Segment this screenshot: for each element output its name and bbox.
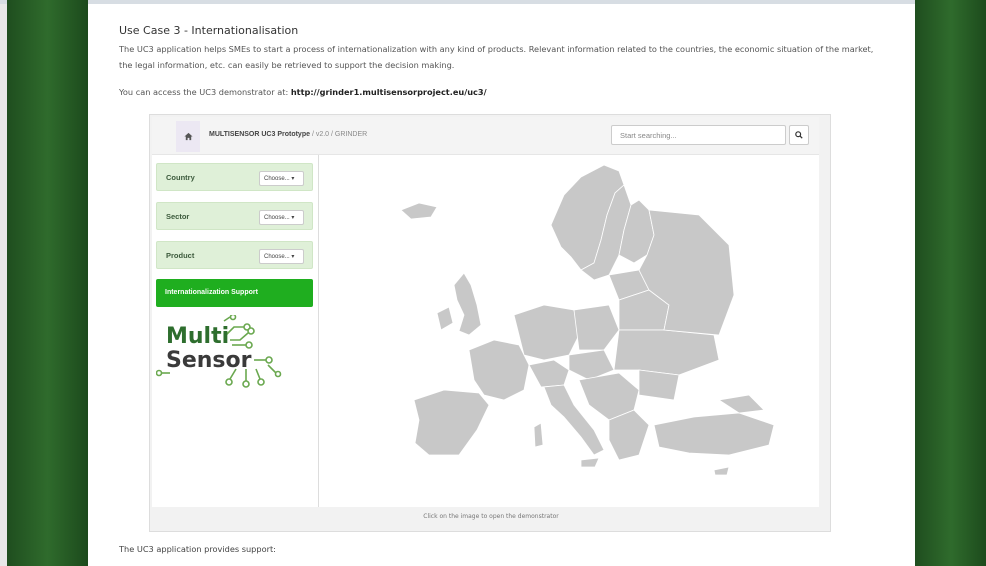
page-content: Use Case 3 - Internationalisation The UC… <box>88 4 915 566</box>
access-line: You can access the UC3 demonstrator at: … <box>119 87 487 97</box>
window-edge <box>0 0 7 566</box>
demo-app: MULTISENSOR UC3 Prototype / v2.0 / GRIND… <box>152 117 819 507</box>
right-background-panel <box>915 0 986 566</box>
brand-version: / v2.0 / GRINDER <box>311 131 368 138</box>
country-label: Country <box>166 173 195 182</box>
access-text: You can access the UC3 demonstrator at: <box>119 87 289 97</box>
use-case-description: The UC3 application helps SMEs to start … <box>119 44 874 70</box>
logo-text-sensor: Sensor <box>166 348 252 373</box>
brand-name: MULTISENSOR UC3 Prototype <box>209 131 310 138</box>
europe-map[interactable] <box>319 155 819 507</box>
demonstrator-link[interactable]: http://grinder1.multisensorproject.eu/uc… <box>291 87 487 97</box>
use-case-title: Use Case 3 - Internationalisation <box>119 24 299 37</box>
demo-sidebar: Country Choose... ▾ Sector Choose... ▾ P… <box>152 155 319 507</box>
dropdown-value: Choose... <box>264 254 290 260</box>
support-text: The UC3 application provides support: <box>119 544 276 554</box>
map-caption: Click on the image to open the demonstra… <box>423 513 559 520</box>
search-input[interactable]: Start searching... <box>611 125 786 145</box>
internationalization-support-button[interactable]: Internationalization Support <box>156 279 313 307</box>
caret-down-icon: ▾ <box>291 254 295 260</box>
logo-text-multi: Multi <box>166 324 229 349</box>
sector-filter: Sector Choose... ▾ <box>156 202 313 230</box>
search-icon[interactable] <box>789 125 809 145</box>
caret-down-icon: ▾ <box>291 176 295 182</box>
home-icon[interactable] <box>176 121 200 152</box>
sector-label: Sector <box>166 212 190 221</box>
left-background-panel <box>7 0 88 566</box>
country-dropdown[interactable]: Choose... ▾ <box>259 171 304 186</box>
country-filter: Country Choose... ▾ <box>156 163 313 191</box>
dropdown-value: Choose... <box>264 215 290 221</box>
dropdown-value: Choose... <box>264 176 290 182</box>
caret-down-icon: ▾ <box>291 215 295 221</box>
multisensor-logo: Multi Sensor <box>156 315 282 388</box>
product-dropdown[interactable]: Choose... ▾ <box>259 249 304 264</box>
demo-navbar: MULTISENSOR UC3 Prototype / v2.0 / GRIND… <box>152 117 819 155</box>
product-filter: Product Choose... ▾ <box>156 241 313 269</box>
demonstrator-screenshot-link[interactable]: MULTISENSOR UC3 Prototype / v2.0 / GRIND… <box>149 114 831 532</box>
demo-brand[interactable]: MULTISENSOR UC3 Prototype / v2.0 / GRIND… <box>209 131 367 138</box>
product-label: Product <box>166 251 195 260</box>
sector-dropdown[interactable]: Choose... ▾ <box>259 210 304 225</box>
